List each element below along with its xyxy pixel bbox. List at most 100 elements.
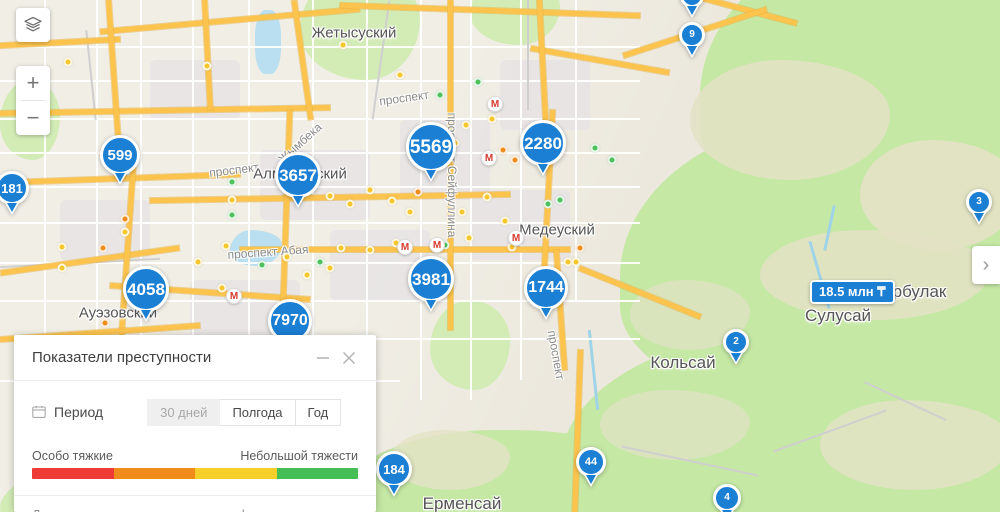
zoom-out-button[interactable]: − bbox=[16, 101, 50, 135]
metro-station-icon[interactable]: M bbox=[481, 150, 497, 166]
severity-legend: Особо тяжкие Небольшой тяжести bbox=[32, 449, 358, 479]
metro-station-icon[interactable]: M bbox=[397, 239, 413, 255]
crime-dot[interactable] bbox=[387, 196, 397, 206]
crime-dot[interactable] bbox=[282, 252, 292, 262]
cluster-marker[interactable]: 3 bbox=[966, 189, 992, 225]
minimize-button[interactable] bbox=[310, 345, 336, 371]
terrain-hill bbox=[820, 400, 1000, 490]
crime-dot[interactable] bbox=[302, 270, 312, 280]
legend-label-minor: Небольшой тяжести bbox=[240, 449, 358, 463]
crime-dot[interactable] bbox=[325, 191, 335, 201]
cluster-marker[interactable]: 4058 bbox=[123, 266, 169, 322]
zoom-controls[interactable]: + − bbox=[16, 66, 50, 135]
cluster-marker[interactable]: 22 bbox=[680, 0, 704, 18]
period-option-inactive[interactable]: Полгода bbox=[220, 398, 296, 426]
crime-dot[interactable] bbox=[338, 40, 348, 50]
crime-dot[interactable] bbox=[257, 260, 267, 270]
crime-dot[interactable] bbox=[98, 243, 108, 253]
crime-dot[interactable] bbox=[365, 245, 375, 255]
metro-station-icon[interactable]: M bbox=[429, 237, 445, 253]
crime-dot[interactable] bbox=[395, 70, 405, 80]
marker-tail bbox=[424, 300, 438, 312]
crime-dot[interactable] bbox=[457, 207, 467, 217]
crime-dot[interactable] bbox=[325, 263, 335, 273]
crime-dot[interactable] bbox=[63, 57, 73, 67]
period-selector[interactable]: 30 дней Полгода Год bbox=[147, 398, 342, 426]
crime-dot[interactable] bbox=[498, 145, 508, 155]
crime-dot[interactable] bbox=[571, 257, 581, 267]
crime-dot[interactable] bbox=[482, 192, 492, 202]
close-icon bbox=[342, 351, 356, 364]
period-option-active[interactable]: 30 дней bbox=[147, 398, 221, 426]
cluster-marker-count: 2 bbox=[723, 329, 749, 355]
street bbox=[470, 0, 472, 400]
crime-dot[interactable] bbox=[120, 227, 130, 237]
period-option-inactive[interactable]: Год bbox=[295, 398, 342, 426]
cluster-marker[interactable]: 599 bbox=[100, 135, 140, 185]
crime-dot[interactable] bbox=[57, 242, 67, 252]
crime-dot[interactable] bbox=[461, 120, 471, 130]
zoom-in-button[interactable]: + bbox=[16, 66, 50, 100]
crime-dot[interactable] bbox=[221, 241, 231, 251]
cluster-marker-count: 4 bbox=[713, 484, 741, 512]
marker-tail bbox=[685, 46, 699, 58]
street bbox=[527, 0, 529, 110]
cluster-marker-count: 184 bbox=[376, 451, 412, 487]
crime-dot[interactable] bbox=[500, 216, 510, 226]
calendar-icon bbox=[32, 405, 46, 419]
next-panel-button[interactable]: › bbox=[972, 246, 1000, 284]
crime-dot[interactable] bbox=[487, 114, 497, 124]
layers-button[interactable] bbox=[16, 8, 50, 42]
crime-dot[interactable] bbox=[193, 257, 203, 267]
crime-dot[interactable] bbox=[227, 210, 237, 220]
crime-dot[interactable] bbox=[120, 214, 130, 224]
crime-dot[interactable] bbox=[345, 199, 355, 209]
cluster-marker[interactable]: 184 bbox=[376, 451, 412, 497]
crime-dot[interactable] bbox=[435, 90, 445, 100]
legend-gradient-bar bbox=[32, 468, 358, 479]
cluster-marker[interactable]: 3657 bbox=[275, 152, 321, 208]
marker-tail bbox=[113, 173, 127, 185]
panel-footer: Данные предоставлены qamqor.gov.kz bbox=[14, 495, 376, 512]
crime-dot[interactable] bbox=[607, 155, 617, 165]
crime-dot[interactable] bbox=[590, 143, 600, 153]
crime-dot[interactable] bbox=[413, 187, 423, 197]
metro-station-icon[interactable]: M bbox=[508, 230, 524, 246]
crime-dot[interactable] bbox=[227, 195, 237, 205]
crime-dot[interactable] bbox=[202, 61, 212, 71]
crime-dot[interactable] bbox=[315, 257, 325, 267]
crime-dot[interactable] bbox=[227, 177, 237, 187]
crime-dot[interactable] bbox=[464, 233, 474, 243]
crime-dot[interactable] bbox=[405, 207, 415, 217]
data-source-link[interactable]: qamqor.gov.kz bbox=[174, 508, 254, 512]
street bbox=[520, 0, 522, 380]
crime-dot[interactable] bbox=[57, 263, 67, 273]
price-badge[interactable]: 18.5 млн ₸ bbox=[810, 280, 895, 304]
crime-dot[interactable] bbox=[217, 283, 227, 293]
cluster-marker[interactable]: 2280 bbox=[520, 120, 566, 176]
marker-tail bbox=[539, 308, 553, 320]
cluster-marker[interactable]: 44 bbox=[576, 447, 606, 487]
cluster-marker[interactable]: 1744 bbox=[524, 266, 568, 320]
crime-dot[interactable] bbox=[575, 243, 585, 253]
cluster-marker[interactable]: 2 bbox=[723, 329, 749, 365]
crime-dot[interactable] bbox=[555, 195, 565, 205]
legend-label-severe: Особо тяжкие bbox=[32, 449, 113, 463]
street bbox=[420, 0, 422, 400]
layers-icon bbox=[24, 16, 42, 32]
crime-dot[interactable] bbox=[543, 199, 553, 209]
metro-station-icon[interactable]: M bbox=[487, 96, 503, 112]
crime-dot[interactable] bbox=[336, 243, 346, 253]
crime-dot[interactable] bbox=[510, 155, 520, 165]
crime-dot[interactable] bbox=[473, 77, 483, 87]
metro-station-icon[interactable]: M bbox=[226, 288, 242, 304]
cluster-marker[interactable]: 4 bbox=[713, 484, 741, 512]
close-button[interactable] bbox=[336, 345, 362, 371]
crime-dot[interactable] bbox=[365, 185, 375, 195]
cluster-marker[interactable]: 3981 bbox=[408, 256, 454, 312]
cluster-marker[interactable]: 5569 bbox=[406, 122, 456, 182]
cluster-marker[interactable]: 9 bbox=[679, 22, 705, 58]
panel-header: Показатели преступности bbox=[14, 335, 376, 381]
crime-dot[interactable] bbox=[100, 318, 110, 328]
cluster-marker[interactable]: 181 bbox=[0, 171, 29, 215]
